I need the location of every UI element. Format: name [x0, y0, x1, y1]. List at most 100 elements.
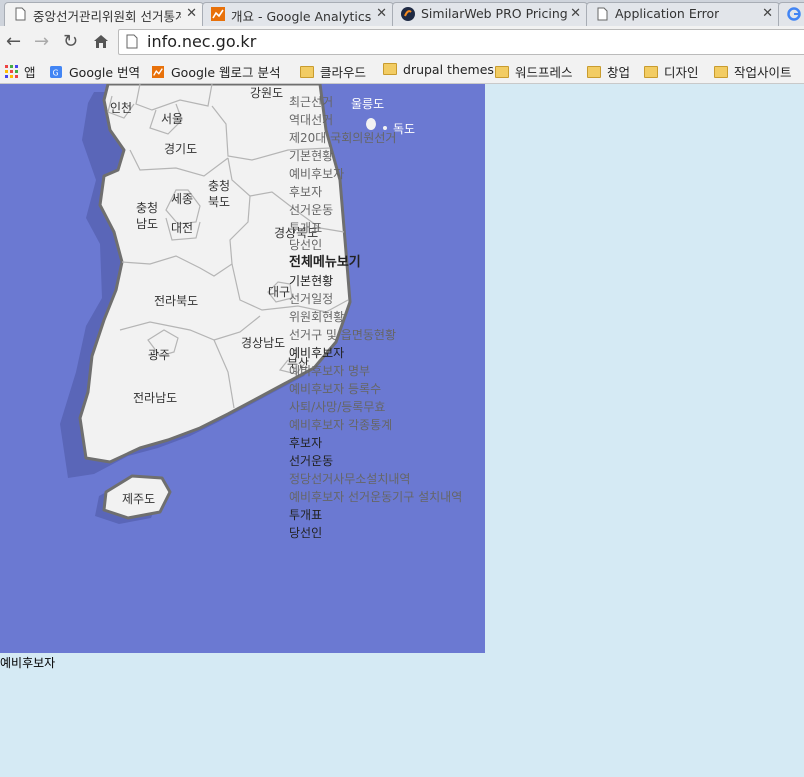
- region-daegu[interactable]: 대구: [268, 285, 290, 299]
- region-ulleungdo[interactable]: 울릉도: [351, 97, 384, 111]
- analytics-icon: [152, 66, 164, 78]
- folder-icon: [587, 66, 601, 78]
- bookmark-folder-cloud[interactable]: 클라우드: [300, 62, 366, 81]
- menu-item[interactable]: 제20대 국회의원선거: [289, 131, 396, 145]
- browser-toolbar: ← → ↻ info.nec.go.kr: [0, 26, 804, 58]
- bookmark-label: 앱: [24, 65, 36, 80]
- folder-icon: [714, 66, 728, 78]
- tab-strip: 중앙선거관리위원회 선거통계 ✕ 개요 - Google Analytics ✕…: [0, 0, 804, 26]
- menu-item[interactable]: 예비후보자: [289, 346, 344, 360]
- menu-item[interactable]: 후보자: [289, 436, 322, 450]
- apps-grid-icon: [5, 65, 18, 78]
- region-gyeonggi[interactable]: 경기도: [164, 142, 197, 156]
- menu-item[interactable]: 예비후보자 각종통계: [289, 418, 392, 432]
- menu-item[interactable]: 선거운동: [289, 203, 333, 217]
- menu-item[interactable]: 당선인: [289, 238, 322, 252]
- stray-menu-text: 예비후보자: [0, 656, 56, 670]
- region-jeonnam[interactable]: 전라남도: [133, 391, 177, 405]
- bookmark-google-analytics[interactable]: Google 웹로그 분석: [151, 62, 281, 81]
- tab-google[interactable]: [778, 2, 804, 26]
- bookmark-label: 창업: [607, 65, 631, 80]
- google-icon: [787, 7, 801, 21]
- region-chungnam[interactable]: 충청 남도: [136, 200, 158, 232]
- region-gwangju[interactable]: 광주: [148, 348, 170, 362]
- dokdo-island: [383, 126, 387, 130]
- bookmark-label: 워드프레스: [515, 65, 573, 80]
- bookmark-folder-design[interactable]: 디자인: [644, 62, 699, 81]
- region-jeonbuk[interactable]: 전라북도: [154, 294, 198, 308]
- bookmark-label: Google 번역: [69, 65, 141, 80]
- bookmark-label: Google 웹로그 분석: [171, 65, 281, 80]
- folder-icon: [300, 66, 314, 78]
- tab-title: 개요 - Google Analytics: [231, 9, 372, 24]
- tab-title: SimilarWeb PRO Pricing: [421, 6, 568, 21]
- folder-icon: [644, 66, 658, 78]
- menu-item[interactable]: 예비후보자 선거운동기구 설치내역: [289, 490, 462, 504]
- menu-item[interactable]: 역대선거: [289, 113, 333, 127]
- bookmark-label: 디자인: [664, 65, 699, 80]
- menu-item[interactable]: 위원회현황: [289, 310, 344, 324]
- region-daejeon[interactable]: 대전: [171, 221, 193, 235]
- tab-similarweb[interactable]: SimilarWeb PRO Pricing ✕: [392, 2, 588, 26]
- menu-item[interactable]: 선거운동: [289, 454, 333, 468]
- bookmark-label: 작업사이트: [734, 65, 792, 80]
- tab-title: Application Error: [615, 6, 720, 21]
- home-icon[interactable]: [93, 34, 109, 49]
- menu-item[interactable]: 최근선거: [289, 95, 333, 109]
- menu-item[interactable]: 예비후보자: [289, 167, 344, 181]
- close-icon[interactable]: ✕: [762, 6, 773, 21]
- menu-item[interactable]: 사퇴/사망/등록무효: [289, 400, 385, 414]
- reload-icon[interactable]: ↻: [63, 31, 78, 52]
- region-jeju[interactable]: 제주도: [122, 492, 155, 506]
- folder-icon: [383, 63, 397, 75]
- back-icon[interactable]: ←: [6, 31, 21, 52]
- menu-item[interactable]: 선거일정: [289, 292, 333, 306]
- page-icon: [597, 7, 608, 21]
- menu-item[interactable]: 당선인: [289, 526, 322, 540]
- ulleungdo-island: [366, 118, 376, 130]
- folder-icon: [495, 66, 509, 78]
- translate-icon: G: [50, 66, 62, 78]
- tab-analytics[interactable]: 개요 - Google Analytics ✕: [202, 2, 394, 26]
- region-seoul[interactable]: 서울: [161, 112, 183, 126]
- region-sejong[interactable]: 세종: [171, 192, 193, 206]
- analytics-icon: [211, 7, 225, 21]
- close-icon[interactable]: ✕: [186, 6, 197, 21]
- region-incheon[interactable]: 인천: [110, 101, 132, 115]
- menu-item[interactable]: 투개표: [289, 221, 322, 235]
- menu-item[interactable]: 기본현황: [289, 149, 333, 163]
- page-icon: [15, 7, 26, 21]
- menu-item[interactable]: 예비후보자 명부: [289, 364, 370, 378]
- menu-item[interactable]: 투개표: [289, 508, 322, 522]
- similarweb-icon: [401, 7, 415, 21]
- menu-item[interactable]: 기본현황: [289, 274, 333, 288]
- bookmark-label: drupal themes: [403, 62, 494, 77]
- menu-item[interactable]: 예비후보자 등록수: [289, 382, 381, 396]
- close-icon[interactable]: ✕: [570, 6, 581, 21]
- menu-item[interactable]: 정당선거사무소설치내역: [289, 472, 410, 486]
- region-chungbuk[interactable]: 충청 북도: [208, 178, 230, 210]
- tab-title: 중앙선거관리위원회 선거통계: [33, 9, 181, 24]
- korea-map: [60, 84, 387, 524]
- menu-item[interactable]: 후보자: [289, 185, 322, 199]
- tab-nec[interactable]: 중앙선거관리위원회 선거통계 ✕: [4, 2, 204, 26]
- address-bar[interactable]: info.nec.go.kr: [118, 29, 804, 55]
- bookmark-apps[interactable]: 앱: [5, 62, 36, 81]
- bookmark-folder-startup[interactable]: 창업: [587, 62, 630, 81]
- forward-icon[interactable]: →: [34, 31, 49, 52]
- bookmark-folder-wordpress[interactable]: 워드프레스: [495, 62, 573, 81]
- bookmarks-bar: 앱 G Google 번역 Google 웹로그 분석 클라우드 drupal t…: [0, 58, 804, 84]
- bookmark-label: 클라우드: [320, 65, 367, 80]
- region-gyeongnam[interactable]: 경상남도: [241, 336, 285, 350]
- menu-item[interactable]: 선거구 및 읍면동현황: [289, 328, 396, 342]
- tab-application-error[interactable]: Application Error ✕: [586, 2, 780, 26]
- page-info-icon[interactable]: [126, 34, 138, 49]
- close-icon[interactable]: ✕: [376, 6, 387, 21]
- bookmark-google-translate[interactable]: G Google 번역: [49, 62, 140, 81]
- url-text: info.nec.go.kr: [147, 32, 257, 51]
- menu-heading-all[interactable]: 전체메뉴보기: [289, 256, 361, 270]
- region-gangwon[interactable]: 강원도: [250, 86, 283, 100]
- bookmark-folder-drupal[interactable]: drupal themes: [383, 62, 494, 77]
- bookmark-folder-worksites[interactable]: 작업사이트: [714, 62, 792, 81]
- svg-text:G: G: [53, 68, 59, 77]
